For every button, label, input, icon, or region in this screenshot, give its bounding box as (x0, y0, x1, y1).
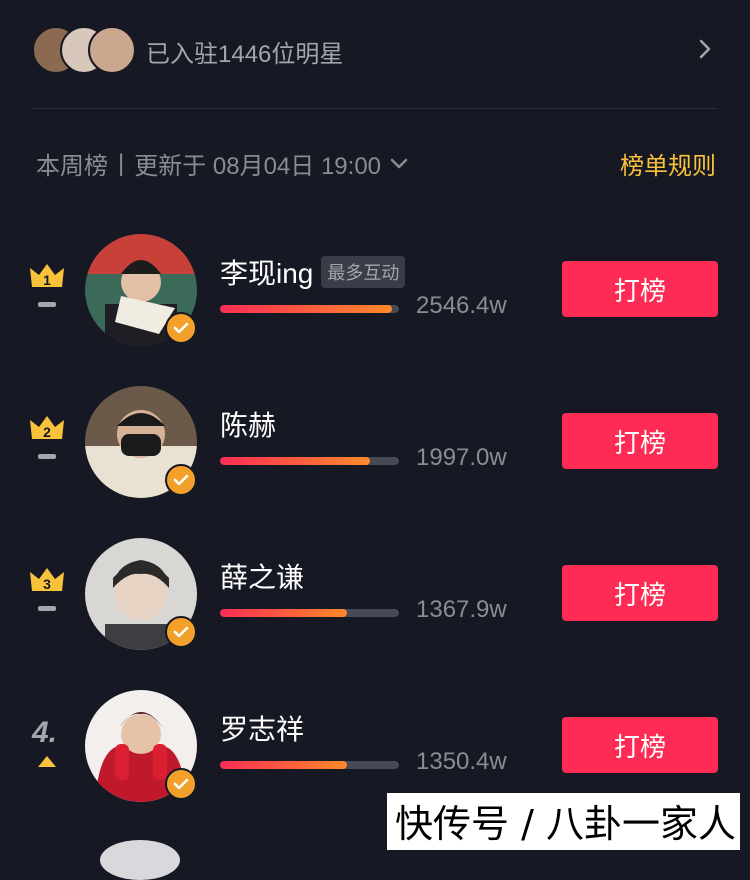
vote-button[interactable]: 打榜 (562, 565, 718, 621)
heat-score: 1350.4w (416, 748, 507, 775)
rank-badge: 3 (26, 564, 68, 624)
name-line: 罗志祥 (220, 708, 304, 748)
verified-icon (165, 768, 197, 800)
verified-icon (165, 464, 197, 496)
watermark: 快传号 / 八卦一家人 (387, 793, 740, 850)
rank-number: 1 (43, 272, 51, 288)
heat-progress-fill (220, 457, 371, 465)
separator: | (118, 149, 125, 177)
star-avatar-stack (32, 26, 136, 74)
vote-button[interactable]: 打榜 (562, 413, 718, 469)
heat-progress-fill (220, 761, 348, 769)
update-time: 更新于 08月04日 19:00 (134, 153, 382, 180)
avatar (100, 840, 180, 880)
rank-up-icon (38, 756, 56, 767)
stars-entry-row[interactable]: 已入驻1446位明星 (32, 22, 718, 78)
ranking-row: 4. 罗志祥 1350.4w 打榜 (0, 686, 750, 806)
rank-change-icon (38, 302, 56, 307)
period-selector[interactable]: 本周榜 | 更新于 08月04日 19:00 (36, 146, 409, 181)
rank-change-icon (38, 454, 56, 459)
name-line: 李现ing 最多互动 (220, 252, 406, 292)
heat-progress-bar (220, 457, 399, 465)
heat-progress-fill (220, 609, 348, 617)
rank-badge: 2 (26, 412, 68, 472)
period-tab: 本周榜 (36, 153, 108, 180)
heat-progress-bar (220, 761, 399, 769)
name-line: 陈赫 (220, 404, 276, 444)
avatar (88, 26, 136, 74)
name-line: 薛之谦 (220, 556, 304, 596)
heat-progress-bar (220, 305, 399, 313)
vote-button[interactable]: 打榜 (562, 717, 718, 773)
chevron-right-icon[interactable] (694, 38, 716, 60)
star-name[interactable]: 陈赫 (220, 404, 276, 444)
rank-number: 3 (43, 576, 51, 592)
star-name[interactable]: 罗志祥 (220, 708, 304, 748)
crown-icon: 3 (30, 568, 64, 592)
rank-badge: 1 (26, 260, 68, 320)
most-interaction-badge: 最多互动 (321, 256, 406, 288)
heat-score: 1997.0w (416, 444, 507, 471)
star-name[interactable]: 李现ing (220, 252, 313, 292)
verified-icon (165, 312, 197, 344)
star-name[interactable]: 薛之谦 (220, 556, 304, 596)
heat-progress-fill (220, 305, 392, 313)
heat-progress-bar (220, 609, 399, 617)
heat-score: 1367.9w (416, 596, 507, 623)
stars-count-text: 已入驻1446位明星 (146, 41, 344, 68)
rank-change-icon (38, 606, 56, 611)
ranking-row: 1 李现ing 最多互动 2546.4w 打榜 (0, 230, 750, 350)
rank-number: 4. (32, 716, 58, 749)
verified-icon (165, 616, 197, 648)
crown-icon: 2 (30, 416, 64, 440)
ranking-row: 2 陈赫 1997.0w 打榜 (0, 382, 750, 502)
crown-icon: 1 (30, 264, 64, 288)
heat-score: 2546.4w (416, 292, 507, 319)
ranking-row: 3 薛之谦 1367.9w 打榜 (0, 534, 750, 654)
rank-badge: 4. (26, 716, 68, 776)
ranking-rules-link[interactable]: 榜单规则 (620, 146, 716, 181)
rank-number: 2 (43, 424, 51, 440)
divider (32, 108, 718, 109)
vote-button[interactable]: 打榜 (562, 261, 718, 317)
chevron-down-icon[interactable] (389, 157, 409, 171)
